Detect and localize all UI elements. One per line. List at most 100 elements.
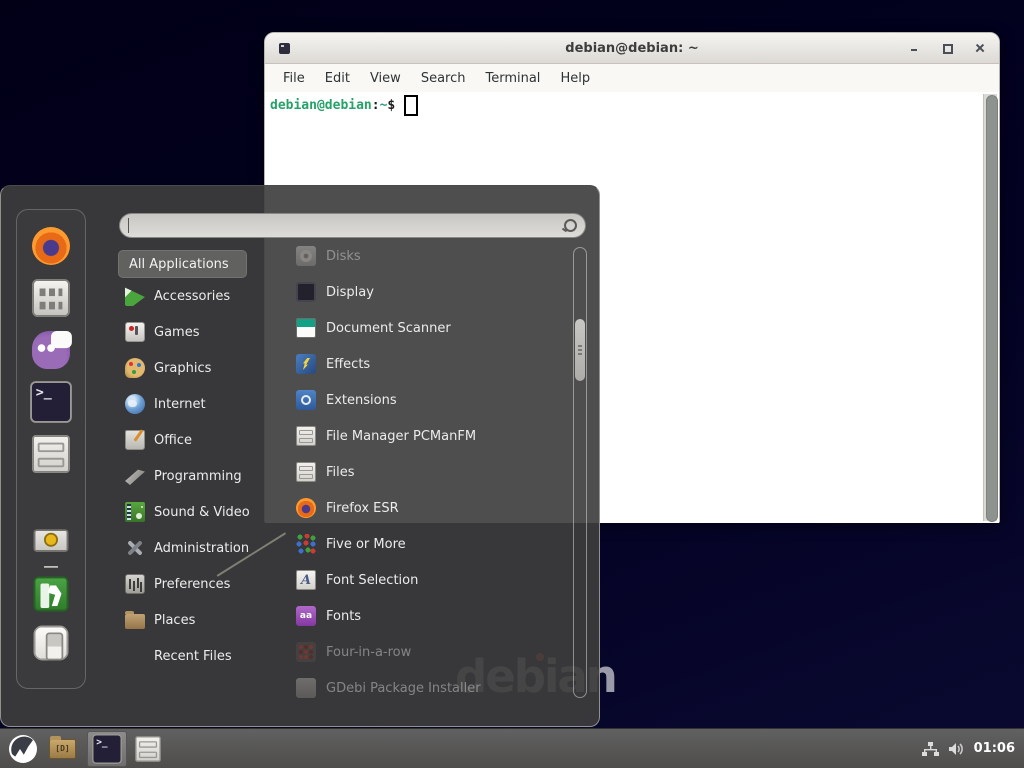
app-item-label: Five or More [326,537,406,552]
log-out-button[interactable] [32,575,70,613]
file-manager-icon [296,426,316,446]
office-icon [125,430,145,450]
category-item[interactable]: Office [113,422,265,458]
app-item[interactable]: Effects [266,346,568,382]
category-item[interactable]: Recent Files [113,638,265,674]
start-menu: All Applications Accessories Games Graphic… [0,185,600,727]
terminal-scrollbar[interactable] [983,94,997,521]
terminal-cursor [404,95,418,116]
category-item[interactable]: Places [113,602,265,638]
pidgin-icon [32,331,70,369]
app-item-label: File Manager PCManFM [326,429,476,444]
clock[interactable]: 01:06 [974,741,1015,756]
all-applications-label: All Applications [129,257,229,272]
no-icon [125,646,145,666]
accessories-icon [125,286,145,306]
app-item[interactable]: Disks [266,238,568,274]
file-manager-favorite-button[interactable] [31,434,71,474]
menu-terminal[interactable]: Terminal [475,71,550,86]
menu-button[interactable] [8,734,38,764]
prompt-user-host: debian@debian [270,98,372,113]
maximize-button[interactable] [942,43,952,53]
category-item-label: Internet [154,397,206,412]
app-item[interactable]: GDebi Package Installer [266,670,568,706]
disks-icon [296,246,316,266]
terminal-scrollbar-thumb[interactable] [986,95,998,522]
category-list: Accessories Games Graphics Internet Office Pr… [113,278,265,674]
app-item-label: Font Selection [326,573,418,588]
search-box[interactable] [119,213,586,238]
administration-icon [125,538,145,558]
app-item[interactable]: Extensions [266,382,568,418]
network-icon[interactable] [922,741,939,757]
menu-search[interactable]: Search [411,71,476,86]
lock-screen-button[interactable] [32,526,70,564]
category-item[interactable]: Graphics [113,350,265,386]
minimize-button[interactable] [909,43,919,53]
prompt-separator: : [372,98,380,113]
app-item[interactable]: Document Scanner [266,310,568,346]
category-item-label: Places [154,613,195,628]
menu-help[interactable]: Help [550,71,600,86]
app-item[interactable]: Five or More [266,526,568,562]
category-item[interactable]: Games [113,314,265,350]
file-manager-icon [135,736,161,762]
app-item-label: Document Scanner [326,321,451,336]
log-out-icon [34,577,69,612]
five-or-more-icon [296,534,316,554]
preferences-icon [125,574,145,594]
keyboard-favorite-button[interactable] [31,278,71,318]
app-item-label: Extensions [326,393,397,408]
pidgin-favorite-button[interactable] [31,330,71,370]
shell-prompt: debian@debian:~$ [270,95,418,116]
app-item[interactable]: Font Selection [266,562,568,598]
app-item-label: GDebi Package Installer [326,681,481,696]
category-item-label: Accessories [154,289,230,304]
app-item[interactable]: File Manager PCManFM [266,418,568,454]
category-item-label: Programming [154,469,242,484]
menu-edit[interactable]: Edit [315,71,360,86]
favorites-panel [16,209,86,689]
extensions-icon [296,390,316,410]
menu-scrollbar-thumb[interactable] [575,319,585,381]
app-item[interactable]: Files [266,454,568,490]
menu-view[interactable]: View [360,71,411,86]
category-item[interactable]: Sound & Video [113,494,265,530]
category-item[interactable]: Accessories [113,278,265,314]
shut-down-button[interactable] [32,624,70,662]
category-item-label: Office [154,433,192,448]
file-manager-icon [296,462,316,482]
graphics-icon [125,358,145,378]
search-input[interactable] [126,213,564,238]
app-item-label: Display [326,285,374,300]
app-item[interactable]: Display [266,274,568,310]
all-applications-button[interactable]: All Applications [118,250,247,278]
app-item[interactable]: Firefox ESR [266,490,568,526]
terminal-menubar: FileEditViewSearchTerminalHelp [265,64,999,92]
files-button[interactable] [138,739,158,759]
terminal-favorite-button[interactable] [31,382,71,422]
category-item-label: Games [154,325,199,340]
category-item[interactable]: Preferences [113,566,265,602]
terminal-taskbar-button[interactable] [87,731,127,767]
internet-icon [125,394,145,414]
app-item[interactable]: Four-in-a-row [266,634,568,670]
taskbar-launchers [0,731,158,767]
category-item-label: Administration [154,541,249,556]
app-item-label: Disks [326,249,361,264]
firefox-icon [296,498,316,518]
category-item[interactable]: Programming [113,458,265,494]
close-button[interactable] [975,43,985,53]
app-item[interactable]: Fonts [266,598,568,634]
menu-scrollbar[interactable] [573,247,587,698]
application-list: Disks Display Document Scanner Effects Exten… [266,238,568,706]
category-item[interactable]: Internet [113,386,265,422]
terminal-titlebar[interactable]: debian@debian: ~ [265,33,999,64]
search-icon [564,219,577,232]
desktop-folder-button[interactable] [49,739,76,759]
prompt-path: ~ [380,98,388,113]
menu-file[interactable]: File [273,71,315,86]
volume-icon[interactable] [948,741,965,757]
places-icon [125,614,145,629]
firefox-favorite-button[interactable] [31,226,71,266]
